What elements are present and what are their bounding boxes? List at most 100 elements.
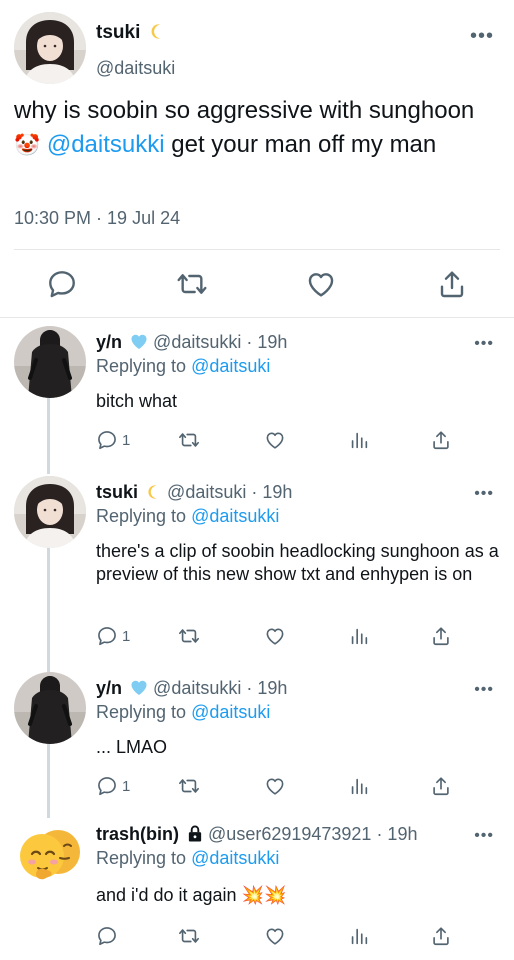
replying-to-handle[interactable]: @daitsuki [191, 702, 270, 722]
author-name-text: tsuki [96, 22, 141, 43]
author-name[interactable]: tsuki [96, 22, 166, 44]
share-button[interactable] [436, 268, 468, 300]
lock-icon [188, 825, 202, 842]
divider [14, 249, 500, 250]
heart-icon [264, 625, 286, 647]
share-icon [430, 925, 452, 947]
share-icon [436, 268, 468, 300]
reply-tweet[interactable]: trash(bin) @user62919473921 · 19h ••• Re… [0, 824, 514, 954]
reply-text: and i'd do it again 💥💥 [96, 885, 287, 905]
reply-button[interactable]: 1 [96, 428, 130, 452]
reply-header: trash(bin) @user62919473921 · 19h [96, 824, 417, 845]
reply-button[interactable]: 1 [96, 624, 130, 648]
heart-icon [264, 429, 286, 451]
retweet-button[interactable] [178, 624, 200, 648]
mention-link[interactable]: @daitsukki [47, 131, 165, 158]
avatar[interactable] [14, 12, 86, 84]
retweet-icon [178, 775, 200, 797]
more-options-icon[interactable]: ••• [474, 682, 494, 698]
clown-emoji: 🤡 [14, 134, 41, 157]
author-handle[interactable]: @daitsuki [96, 58, 175, 79]
replying-to-handle[interactable]: @daitsukki [191, 506, 279, 526]
reply-text: ... LMAO [96, 737, 168, 757]
reply-author-name[interactable]: trash(bin) [96, 824, 179, 844]
retweet-button[interactable] [178, 924, 200, 948]
replying-to-label: Replying to [96, 356, 192, 376]
reply-actions [96, 924, 466, 950]
tweet-text: why is soobin so aggressive with sunghoo… [14, 94, 504, 163]
views-icon [348, 925, 370, 947]
views-button[interactable] [348, 924, 370, 948]
replying-to-label: Replying to [96, 506, 192, 526]
like-button[interactable] [264, 774, 286, 798]
avatar[interactable] [14, 476, 86, 548]
views-button[interactable] [348, 428, 370, 452]
reply-button[interactable]: 1 [96, 774, 130, 798]
main-tweet: tsuki @daitsuki ••• why is soobin so agg… [0, 0, 514, 318]
views-icon [348, 429, 370, 451]
more-options-icon[interactable]: ••• [470, 26, 494, 46]
retweet-button[interactable] [176, 268, 208, 300]
more-options-icon[interactable]: ••• [474, 486, 494, 502]
share-icon [430, 429, 452, 451]
replying-to: Replying to @daitsuki [96, 356, 270, 377]
reply-tweet[interactable]: tsuki @daitsuki · 19h ••• Replying to @d… [0, 482, 514, 662]
replying-to: Replying to @daitsukki [96, 848, 279, 869]
like-button[interactable] [305, 268, 337, 300]
more-options-icon[interactable]: ••• [474, 828, 494, 844]
reply-meta: @daitsukki · 19h [153, 678, 288, 698]
retweet-button[interactable] [178, 428, 200, 452]
share-button[interactable] [430, 924, 452, 948]
reply-icon [96, 625, 118, 647]
avatar[interactable] [14, 672, 86, 744]
share-button[interactable] [430, 774, 452, 798]
reply-button[interactable] [46, 268, 78, 300]
reply-icon [96, 775, 118, 797]
reply-author-name[interactable]: y/n [96, 678, 122, 698]
tweet-timestamp[interactable]: 10:30 PM · 19 Jul 24 [14, 208, 180, 229]
reply-icon [96, 925, 118, 947]
heart-icon [264, 925, 286, 947]
heart-icon [264, 775, 286, 797]
avatar[interactable] [14, 326, 86, 398]
divider [0, 317, 514, 318]
crescent-moon-icon [148, 485, 157, 499]
views-button[interactable] [348, 774, 370, 798]
reply-count: 1 [122, 431, 131, 449]
reply-meta: @daitsukki · 19h [153, 332, 288, 352]
crescent-moon-icon [151, 24, 160, 39]
reply-icon [96, 429, 118, 451]
share-button[interactable] [430, 624, 452, 648]
views-icon [348, 775, 370, 797]
reply-count: 1 [122, 627, 131, 645]
reply-count: 1 [122, 777, 131, 795]
views-button[interactable] [348, 624, 370, 648]
reply-tweet[interactable]: y/n @daitsukki · 19h ••• Replying to @da… [0, 332, 514, 468]
retweet-icon [178, 625, 200, 647]
replying-to-handle[interactable]: @daitsukki [191, 848, 279, 868]
replying-to-label: Replying to [96, 702, 192, 722]
more-options-icon[interactable]: ••• [474, 336, 494, 352]
reply-tweet[interactable]: y/n @daitsukki · 19h ••• Replying to @da… [0, 678, 514, 810]
like-button[interactable] [264, 428, 286, 452]
share-icon [430, 625, 452, 647]
tweet-actions [0, 262, 514, 306]
light-blue-heart-icon [131, 680, 147, 695]
reply-actions: 1 [96, 428, 466, 454]
reply-actions: 1 [96, 624, 466, 650]
avatar[interactable] [14, 820, 86, 892]
retweet-icon [176, 268, 208, 300]
reply-author-name[interactable]: tsuki [96, 482, 138, 502]
light-blue-heart-icon [131, 334, 147, 349]
reply-header: tsuki @daitsuki · 19h [96, 482, 292, 503]
reply-meta: @daitsuki · 19h [167, 482, 293, 502]
replying-to-handle[interactable]: @daitsuki [191, 356, 270, 376]
like-button[interactable] [264, 624, 286, 648]
reply-author-name[interactable]: y/n [96, 332, 122, 352]
replying-to: Replying to @daitsukki [96, 506, 279, 527]
share-button[interactable] [430, 428, 452, 452]
heart-icon [305, 268, 337, 300]
like-button[interactable] [264, 924, 286, 948]
retweet-button[interactable] [178, 774, 200, 798]
reply-button[interactable] [96, 924, 122, 948]
